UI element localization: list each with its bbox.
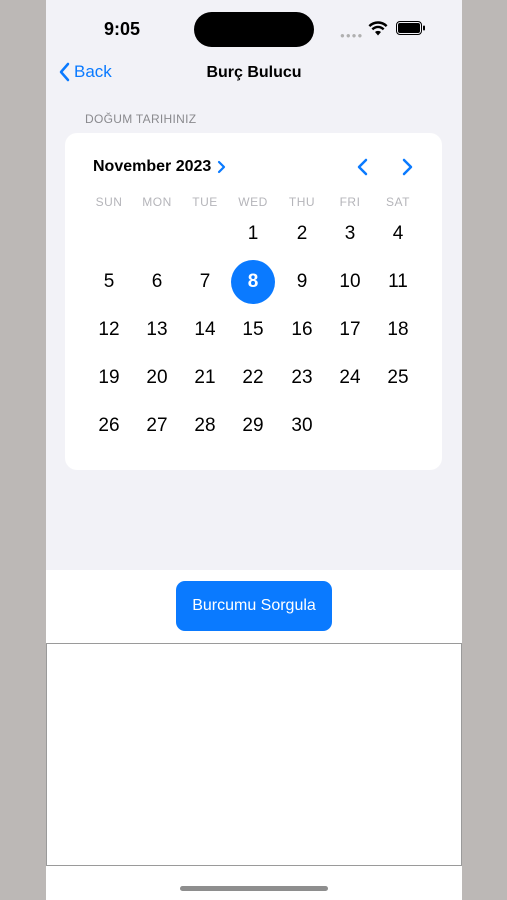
calendar-day[interactable]: 16 — [280, 308, 324, 352]
calendar-day[interactable]: 15 — [231, 308, 275, 352]
calendar-day[interactable]: 13 — [135, 308, 179, 352]
weekday-label: THU — [288, 195, 316, 209]
weekday-label: MON — [142, 195, 172, 209]
calendar-day[interactable]: 5 — [87, 260, 131, 304]
previous-month-button[interactable] — [355, 157, 371, 182]
status-time: 9:05 — [104, 19, 141, 39]
chevron-right-icon — [402, 158, 413, 176]
calendar-day[interactable]: 14 — [183, 308, 227, 352]
weekday-label: TUE — [192, 195, 218, 209]
calendar-day[interactable]: 3 — [328, 212, 372, 256]
calendar-day[interactable]: 23 — [280, 356, 324, 400]
wifi-icon — [368, 21, 388, 36]
calendar-day[interactable]: 9 — [280, 260, 324, 304]
calendar-day[interactable]: 11 — [376, 260, 420, 304]
calendar-day[interactable]: 28 — [183, 404, 227, 448]
calendar-day[interactable]: 26 — [87, 404, 131, 448]
calendar-day-selected[interactable]: 8 — [231, 260, 275, 304]
query-sign-button[interactable]: Burcumu Sorgula — [176, 581, 332, 631]
month-label: November 2023 — [93, 158, 212, 175]
calendar-day[interactable]: 18 — [376, 308, 420, 352]
calendar-day[interactable]: 7 — [183, 260, 227, 304]
signal-dots-icon: ●●●● — [340, 31, 364, 40]
page-title: Burç Bulucu — [206, 64, 302, 81]
chevron-right-icon — [218, 160, 226, 174]
battery-icon — [396, 21, 425, 35]
month-year-selector[interactable]: November 2023 — [93, 158, 226, 176]
calendar-day[interactable]: 19 — [87, 356, 131, 400]
phone-screen: 9:05 ●●●● Back Burç Bulucu DOĞUM TARIHIN… — [46, 0, 462, 900]
calendar-day[interactable]: 24 — [328, 356, 372, 400]
calendar-day[interactable]: 1 — [231, 212, 275, 256]
dynamic-island — [194, 12, 314, 47]
next-month-button[interactable] — [399, 157, 415, 182]
weekday-label: SAT — [386, 195, 410, 209]
weekday-label: WED — [238, 195, 268, 209]
calendar-day[interactable]: 12 — [87, 308, 131, 352]
calendar-day[interactable]: 4 — [376, 212, 420, 256]
status-icons: ●●●● — [340, 19, 430, 40]
calendar-day[interactable]: 17 — [328, 308, 372, 352]
calendar-day[interactable]: 29 — [231, 404, 275, 448]
home-indicator — [180, 886, 328, 891]
date-picker-calendar: November 2023 SUN MON TUE WED THU FRI SAT 1 2 3 4 5… — [65, 133, 442, 470]
chevron-left-icon — [357, 158, 368, 176]
calendar-day[interactable]: 6 — [135, 260, 179, 304]
calendar-day[interactable]: 20 — [135, 356, 179, 400]
weekday-label: FRI — [339, 195, 361, 209]
calendar-day[interactable]: 22 — [231, 356, 275, 400]
section-label: DOĞUM TARIHINIZ — [85, 112, 197, 126]
calendar-day[interactable]: 10 — [328, 260, 372, 304]
calendar-day[interactable]: 21 — [183, 356, 227, 400]
calendar-day[interactable]: 27 — [135, 404, 179, 448]
result-text-view[interactable] — [46, 643, 462, 866]
calendar-day[interactable]: 2 — [280, 212, 324, 256]
weekday-label: SUN — [95, 195, 123, 209]
calendar-day[interactable]: 30 — [280, 404, 324, 448]
calendar-day[interactable]: 25 — [376, 356, 420, 400]
